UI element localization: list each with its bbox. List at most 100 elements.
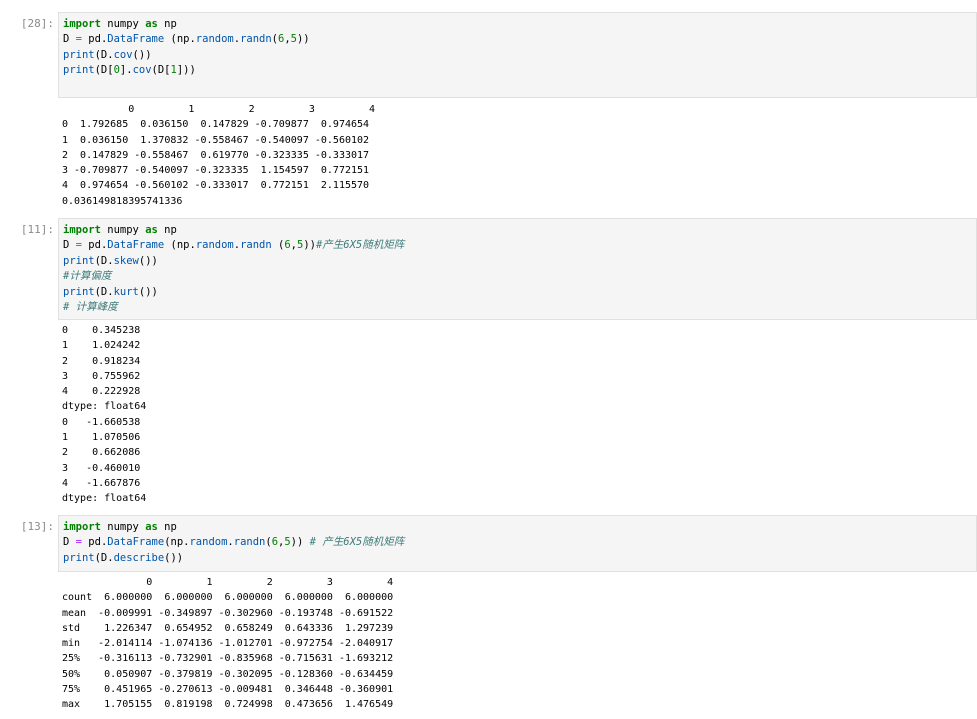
code-text: import numpy as np D = pd.DataFrame (np.… xyxy=(63,17,310,79)
cell-prompt: [11]: xyxy=(20,223,54,236)
code-token: )) xyxy=(296,33,310,46)
code-token: numpy xyxy=(100,18,146,30)
output-line: 2 0.147829 -0.558467 0.619770 -0.323335 … xyxy=(62,149,370,161)
cell-output: 0 1 2 3 4 count 6.000000 6.000000 6.0000… xyxy=(62,575,393,713)
output-line: 25% -0.316113 -0.732901 -0.835968 -0.715… xyxy=(62,653,394,665)
code-token: (D. xyxy=(94,285,114,298)
output-line: 0 -1.660538 xyxy=(62,416,141,428)
cell-output: 0 1 2 3 4 0 1.792685 0.036150 0.147829 -… xyxy=(62,102,375,209)
code-line: # 计算峰度 xyxy=(63,301,118,313)
code-token: DataFrame xyxy=(107,536,165,549)
code-token: as xyxy=(145,521,158,533)
code-token: (D[ xyxy=(151,64,171,77)
code-token: #产生6X5随机矩阵 xyxy=(315,239,405,252)
output-line: 0 1 2 3 4 xyxy=(62,104,376,115)
output-line: 4 -1.667876 xyxy=(62,477,141,489)
code-token: random xyxy=(195,239,234,252)
code-token: ()) xyxy=(138,254,158,267)
code-token: as xyxy=(145,18,158,30)
output-line: 0 1.792685 0.036150 0.147829 -0.709877 0… xyxy=(62,119,370,131)
output-line: 50% 0.050907 -0.379819 -0.302095 -0.1283… xyxy=(62,668,394,680)
output-line: dtype: float64 xyxy=(62,493,147,505)
code-token: DataFrame xyxy=(107,33,165,46)
code-token: randn xyxy=(240,33,272,46)
code-token: randn xyxy=(233,536,266,549)
code-token: (np. xyxy=(164,239,196,252)
code-token: numpy xyxy=(100,521,146,533)
code-line: print(D[0].cov(D[1])) xyxy=(63,64,196,76)
code-token: import xyxy=(63,18,101,30)
code-token: print xyxy=(63,64,95,77)
code-line: D = pd.DataFrame (np.random.randn (6,5))… xyxy=(63,239,404,251)
code-token: cov xyxy=(132,64,152,77)
code-token: ()) xyxy=(132,48,152,61)
code-input[interactable]: import numpy as np D = pd.DataFrame(np.r… xyxy=(58,515,977,572)
code-token: ()) xyxy=(164,551,184,564)
code-token: # 产生6X5随机矩阵 xyxy=(309,536,405,549)
code-token: print xyxy=(63,48,95,61)
cell-prompt: [28]: xyxy=(20,17,54,30)
code-line: import numpy as np xyxy=(63,521,177,533)
output-line: 1 1.024242 xyxy=(62,340,141,352)
code-token: skew xyxy=(113,254,139,267)
code-token: np xyxy=(157,521,177,533)
output-line: 3 -0.460010 xyxy=(62,462,141,474)
code-token: (D[ xyxy=(94,64,114,77)
output-line: 3 -0.709877 -0.540097 -0.323335 1.154597… xyxy=(62,165,370,177)
code-token: random xyxy=(195,33,234,46)
code-token: D xyxy=(63,33,76,46)
code-token: (D. xyxy=(94,48,114,61)
code-line: import numpy as np xyxy=(63,18,177,30)
code-line: print(D.kurt()) xyxy=(63,286,158,298)
code-token: kurt xyxy=(113,285,139,298)
code-token: pd. xyxy=(81,33,108,46)
code-line: print(D.describe()) xyxy=(63,552,183,564)
output-line: 3 0.755962 xyxy=(62,370,141,382)
cell-prompt: [13]: xyxy=(20,520,54,533)
code-token: np xyxy=(157,18,177,30)
code-token: describe xyxy=(113,551,165,564)
code-token: ])) xyxy=(176,64,196,77)
code-token: ()) xyxy=(138,285,158,298)
output-line: dtype: float64 xyxy=(62,401,147,413)
code-token: print xyxy=(63,551,95,564)
code-line: #计算偏度 xyxy=(63,270,111,282)
output-line: 2 0.662086 xyxy=(62,447,141,459)
output-line: max 1.705155 0.819198 0.724998 0.473656 … xyxy=(62,699,394,711)
code-token: (D. xyxy=(94,551,114,564)
code-token: random xyxy=(189,536,228,549)
code-line: print(D.cov()) xyxy=(63,49,152,61)
output-line: 1 1.070506 xyxy=(62,432,141,444)
code-token: import xyxy=(63,224,101,236)
output-line: min -2.014114 -1.074136 -1.012701 -0.972… xyxy=(62,638,394,650)
cell-output: 0 0.345238 1 1.024242 2 0.918234 3 0.755… xyxy=(62,323,146,507)
output-line: 0 0.345238 xyxy=(62,325,141,336)
output-line: count 6.000000 6.000000 6.000000 6.00000… xyxy=(62,592,394,604)
code-token: ( xyxy=(271,239,285,252)
code-token: print xyxy=(63,254,95,267)
code-line: import numpy as np xyxy=(63,224,177,236)
code-token: numpy xyxy=(100,224,146,236)
output-line: mean -0.009991 -0.349897 -0.302960 -0.19… xyxy=(62,607,394,619)
code-token: )) xyxy=(303,239,316,252)
output-line: 2 0.918234 xyxy=(62,355,141,367)
code-token: (D. xyxy=(94,254,114,267)
code-token: D xyxy=(63,239,76,252)
code-input[interactable]: import numpy as np D = pd.DataFrame (np.… xyxy=(58,218,977,320)
code-text: import numpy as np D = pd.DataFrame(np.r… xyxy=(63,520,404,566)
code-token: DataFrame xyxy=(107,239,165,252)
code-token: import xyxy=(63,521,101,533)
code-token: randn xyxy=(240,239,272,252)
output-line: 0 1 2 3 4 xyxy=(62,577,394,588)
code-token: # 计算峰度 xyxy=(63,301,118,314)
code-token: #计算偏度 xyxy=(63,270,112,283)
code-input[interactable]: import numpy as np D = pd.DataFrame (np.… xyxy=(58,12,977,98)
code-token: (np. xyxy=(164,33,196,46)
code-token: ]. xyxy=(119,64,133,77)
code-token: )) xyxy=(290,536,310,549)
output-line: 4 0.974654 -0.560102 -0.333017 0.772151 … xyxy=(62,180,370,192)
output-line: 1 0.036150 1.370832 -0.558467 -0.540097 … xyxy=(62,134,370,146)
code-line: print(D.skew()) xyxy=(63,255,158,267)
code-token: as xyxy=(145,224,158,236)
code-token: cov xyxy=(113,48,133,61)
